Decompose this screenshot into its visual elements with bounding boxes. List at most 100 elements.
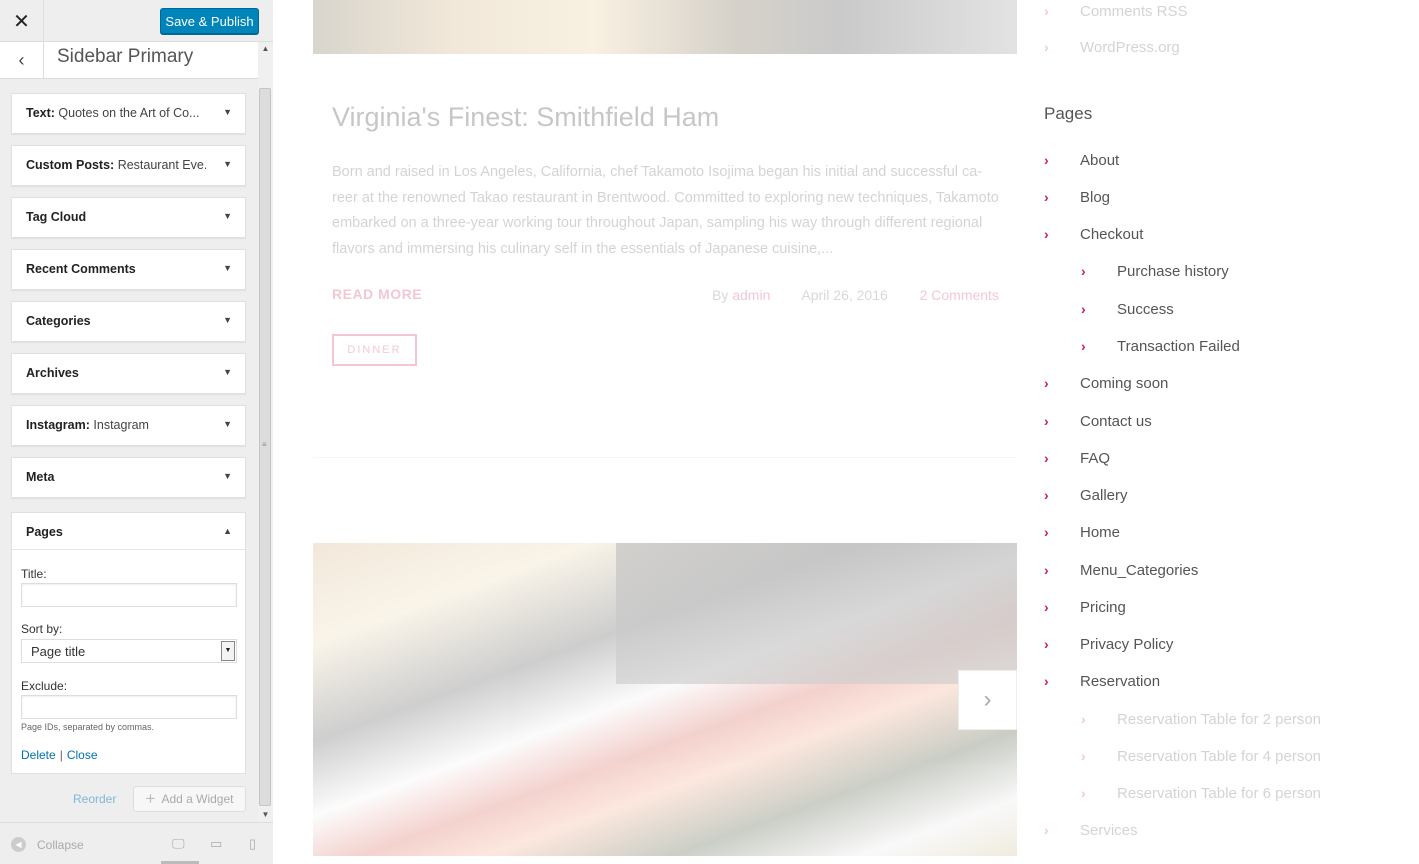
close-icon[interactable]: ✕ (0, 0, 44, 42)
widget-item[interactable]: Text: Quotes on the Art of Co... ▼ (11, 93, 246, 134)
chevron-right-icon: › (1044, 189, 1049, 205)
widget-item[interactable]: Instagram: Instagram ▼ (11, 405, 246, 446)
chevron-right-icon: › (1044, 375, 1049, 391)
widget-title: Pages (26, 525, 63, 539)
page-link[interactable]: Success (1117, 301, 1174, 318)
post-separator (313, 457, 1017, 458)
page-link[interactable]: Services (1080, 822, 1138, 839)
widget-instance-name: Restaurant Eve... (117, 158, 206, 172)
triangle-down-icon[interactable]: ▼ (223, 159, 232, 169)
widget-item[interactable]: Tag Cloud ▼ (11, 197, 246, 238)
chevron-right-icon: › (1081, 711, 1086, 727)
page-link[interactable]: Coming soon (1080, 375, 1168, 392)
save-publish-button[interactable]: Save & Publish (160, 8, 259, 34)
page-link[interactable]: Reservation (1080, 673, 1160, 690)
chevron-left-icon[interactable]: ‹ (0, 42, 44, 79)
chevron-right-icon: › (1044, 226, 1049, 242)
scroll-up-icon[interactable]: ▲ (258, 42, 273, 56)
triangle-up-icon[interactable]: ▲ (223, 526, 232, 536)
widget-title: Archives (26, 366, 206, 380)
triangle-down-icon[interactable]: ▼ (223, 471, 232, 481)
widget-type: Tag Cloud (26, 210, 87, 224)
page-link[interactable]: About (1080, 152, 1119, 169)
triangle-down-icon[interactable]: ▼ (223, 419, 232, 429)
triangle-down-icon[interactable]: ▼ (223, 315, 232, 325)
chevron-right-icon: › (1044, 3, 1049, 19)
chevron-right-icon: › (1044, 413, 1049, 429)
tablet-icon[interactable]: ▭ (210, 836, 222, 852)
chevron-right-icon: › (1081, 748, 1086, 764)
panel-scrollbar[interactable]: ▲ ≡ ▼ (258, 42, 273, 822)
widget-pages-expanded: Pages ▲ Title: Sort by: Page title ▼ Exc… (11, 512, 246, 774)
page-link[interactable]: Transaction Failed (1117, 338, 1240, 355)
widget-item[interactable]: Recent Comments ▼ (11, 249, 246, 290)
mobile-icon[interactable]: ▯ (249, 836, 256, 852)
delete-link[interactable]: Delete (21, 748, 56, 762)
chevron-right-icon: › (1081, 263, 1086, 279)
page-link[interactable]: Reservation Table for 4 person (1117, 748, 1321, 765)
widget-title: Text: Quotes on the Art of Co... (26, 106, 206, 120)
chevron-right-icon: › (1044, 599, 1049, 615)
widget-type: Custom Posts: (26, 158, 115, 172)
page-link[interactable]: Home (1080, 524, 1120, 541)
chevron-right-icon: › (1044, 152, 1049, 168)
triangle-down-icon[interactable]: ▼ (223, 367, 232, 377)
site-preview: Virginia's Finest: Smithfield Ham Born a… (274, 0, 1419, 864)
close-link[interactable]: Close (67, 748, 98, 762)
scroll-down-icon[interactable]: ▼ (258, 808, 273, 822)
dropdown-arrow-icon[interactable]: ▼ (221, 641, 235, 661)
widget-type: Text: (26, 106, 55, 120)
chevron-right-icon: › (1081, 338, 1086, 354)
triangle-down-icon[interactable]: ▼ (223, 211, 232, 221)
widget-item[interactable]: Archives ▼ (11, 353, 246, 394)
exclude-help-text: Page IDs, separated by commas. (21, 722, 155, 732)
page-link[interactable]: FAQ (1080, 450, 1110, 467)
reorder-link[interactable]: Reorder (73, 792, 116, 806)
sort-by-select[interactable]: Page title ▼ (21, 639, 237, 663)
title-label: Title: (21, 567, 47, 581)
chevron-right-icon: › (1044, 636, 1049, 652)
scroll-thumb[interactable]: ≡ (259, 88, 271, 806)
widget-item[interactable]: Custom Posts: Restaurant Eve... ▼ (11, 145, 246, 186)
page-link[interactable]: Privacy Policy (1080, 636, 1173, 653)
widget-type: Archives (26, 366, 79, 380)
widget-item[interactable]: Categories ▼ (11, 301, 246, 342)
plus-icon: + (145, 789, 156, 808)
image-shadow (615, 543, 1017, 684)
chevron-right-icon[interactable]: › (958, 670, 1017, 730)
page-link[interactable]: Contact us (1080, 413, 1152, 430)
page-link[interactable]: Menu_Categories (1080, 562, 1198, 579)
page-link[interactable]: Reservation Table for 6 person (1117, 785, 1321, 802)
grip-icon: ≡ (262, 440, 267, 449)
widget-header[interactable]: Pages ▲ (12, 513, 245, 550)
add-widget-button[interactable]: + Add a Widget (133, 786, 246, 812)
page-link[interactable]: Pricing (1080, 599, 1126, 616)
meta-link[interactable]: Comments RSS (1080, 3, 1188, 20)
exclude-input[interactable] (21, 695, 237, 719)
widget-title: Recent Comments (26, 262, 206, 276)
triangle-down-icon[interactable]: ▼ (223, 263, 232, 273)
widget-title: Instagram: Instagram (26, 418, 206, 432)
meta-link[interactable]: WordPress.org (1080, 39, 1180, 56)
page-link[interactable]: Reservation Table for 2 person (1117, 711, 1321, 728)
author-link[interactable]: admin (732, 287, 770, 303)
widget-item[interactable]: Meta ▼ (11, 457, 246, 498)
comments-link[interactable]: 2 Comments (920, 287, 999, 303)
read-more-link[interactable]: READ MORE (332, 286, 422, 302)
collapse-label: Collapse (37, 837, 84, 852)
category-tag[interactable]: DINNER (332, 334, 417, 366)
widget-actions: Delete | Close (21, 748, 98, 762)
collapse-button[interactable]: ◀ Collapse (11, 837, 84, 852)
triangle-down-icon[interactable]: ▼ (223, 107, 232, 117)
desktop-icon[interactable]: 🖵 (172, 836, 185, 852)
post-excerpt: Born and raised in Los Angeles, Californ… (332, 164, 999, 257)
section-header: ‹ Sidebar Primary (0, 42, 258, 79)
page-link[interactable]: Checkout (1080, 226, 1143, 243)
page-link[interactable]: Blog (1080, 189, 1110, 206)
page-link[interactable]: Purchase history (1117, 263, 1229, 280)
title-input[interactable] (21, 583, 237, 607)
add-widget-label: Add a Widget (161, 792, 234, 806)
page-link[interactable]: Gallery (1080, 487, 1128, 504)
post-title[interactable]: Virginia's Finest: Smithfield Ham (332, 102, 719, 133)
widget-type: Categories (26, 314, 91, 328)
